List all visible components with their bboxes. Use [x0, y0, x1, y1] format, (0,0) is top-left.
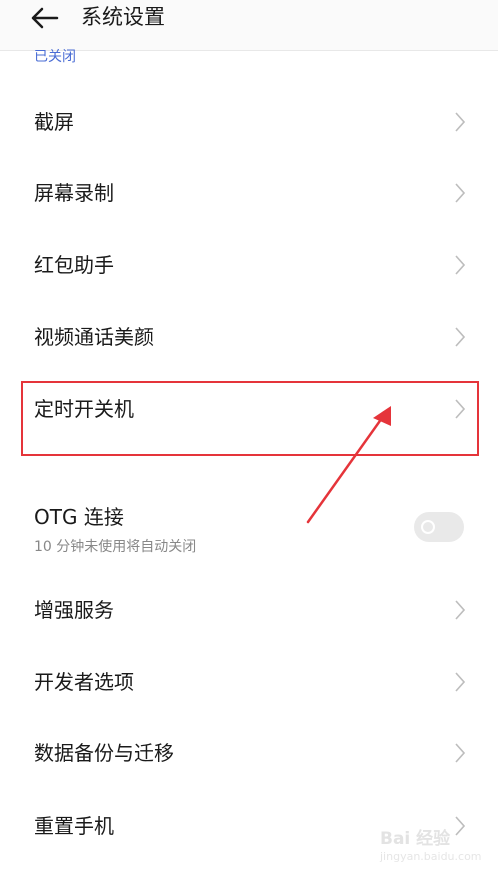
settings-item-label: 截屏 — [34, 110, 74, 134]
highlight-box — [21, 381, 479, 456]
settings-item-label: 开发者选项 — [34, 670, 134, 694]
status-text: 已关闭 — [34, 49, 76, 65]
chevron-right-icon — [455, 743, 465, 763]
settings-item-screen-record[interactable]: 屏幕录制 — [0, 157, 498, 229]
watermark-brand: Bai 经验 — [380, 829, 451, 849]
settings-item-label: 重置手机 — [34, 814, 114, 838]
chevron-right-icon — [455, 672, 465, 692]
chevron-right-icon — [455, 600, 465, 620]
otg-sublabel: 10 分钟未使用将自动关闭 — [34, 539, 197, 555]
chevron-right-icon — [455, 255, 465, 275]
settings-item-video-beauty[interactable]: 视频通话美颜 — [0, 301, 498, 373]
settings-item-label: 数据备份与迁移 — [34, 741, 174, 765]
settings-item-enhanced-services[interactable]: 增强服务 — [0, 574, 498, 646]
chevron-right-icon — [455, 183, 465, 203]
toggle-knob — [421, 520, 435, 534]
watermark-url: jingyan.baidu.com — [380, 850, 482, 863]
header-bar: 系统设置 — [0, 0, 498, 51]
otg-toggle[interactable] — [414, 512, 464, 542]
otg-setting: OTG 连接 10 分钟未使用将自动关闭 — [0, 488, 498, 568]
settings-item-developer-options[interactable]: 开发者选项 — [0, 646, 498, 718]
settings-item-label: 红包助手 — [34, 253, 114, 277]
otg-label: OTG 连接 — [34, 505, 124, 529]
settings-item-label: 视频通话美颜 — [34, 325, 154, 349]
settings-item-screenshot[interactable]: 截屏 — [0, 86, 498, 158]
chevron-right-icon — [455, 112, 465, 132]
settings-item-red-packet[interactable]: 红包助手 — [0, 229, 498, 301]
chevron-right-icon — [455, 327, 465, 347]
settings-item-backup-migrate[interactable]: 数据备份与迁移 — [0, 717, 498, 789]
settings-item-label: 增强服务 — [34, 598, 114, 622]
page-title: 系统设置 — [81, 5, 165, 29]
watermark: Bai 经验 jingyan.baidu.com — [380, 818, 492, 870]
settings-item-label: 屏幕录制 — [34, 181, 114, 205]
back-arrow-icon[interactable] — [30, 7, 60, 29]
